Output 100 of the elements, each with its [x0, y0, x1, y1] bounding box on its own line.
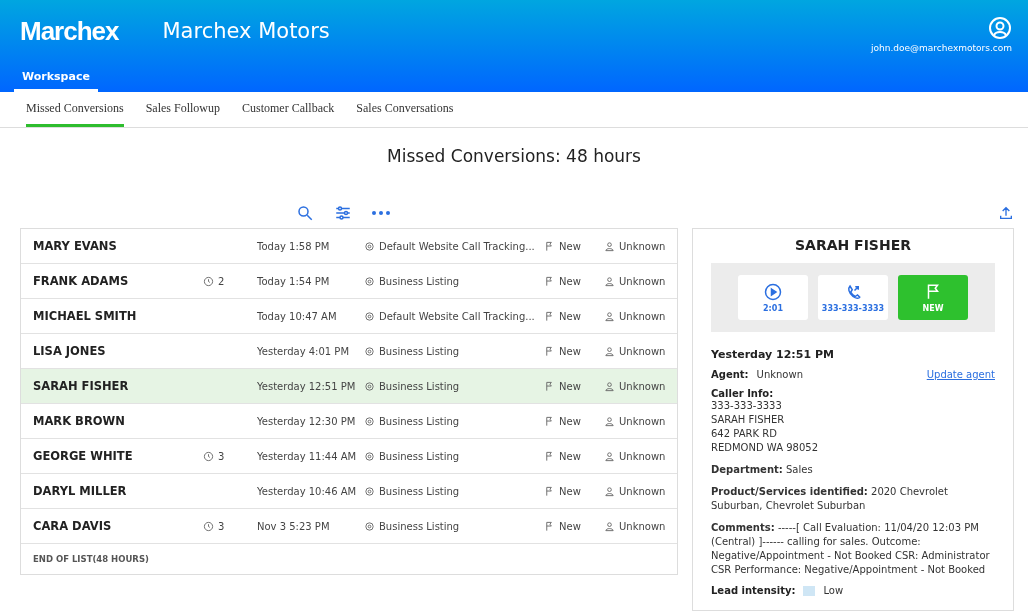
- flag-icon: [544, 485, 555, 497]
- call-status: New: [559, 415, 581, 427]
- detail-field: Product/Services identified: 2020 Chevrolet Suburban, Chevrolet Suburban: [711, 485, 995, 513]
- flag-icon: [544, 520, 555, 532]
- source-icon: [364, 275, 375, 287]
- person-icon: [604, 485, 615, 497]
- person-icon: [604, 520, 615, 532]
- call-status: New: [559, 240, 581, 252]
- call-time: Yesterday 4:01 PM: [257, 345, 350, 357]
- tab[interactable]: Missed Conversions: [26, 92, 124, 127]
- tab[interactable]: Customer Callback: [242, 92, 335, 127]
- call-agent: Unknown: [619, 450, 666, 462]
- person-icon: [604, 450, 615, 462]
- source-icon: [364, 485, 375, 497]
- call-status: New: [559, 310, 581, 322]
- caller-name: CARA DAVIS: [33, 519, 113, 533]
- person-icon: [604, 310, 615, 322]
- flag-icon: [544, 380, 555, 392]
- user-email: john.doe@marchexmotors.com: [871, 43, 1012, 53]
- call-time: Today 1:58 PM: [257, 240, 330, 252]
- tab[interactable]: Sales Followup: [145, 92, 220, 127]
- call-agent: Unknown: [619, 275, 666, 287]
- caller-name: DARYL MILLER: [33, 484, 128, 498]
- flag-icon: [544, 275, 555, 287]
- call-source: Business Listing: [379, 415, 460, 427]
- flag-icon: [544, 240, 555, 252]
- call-time: Yesterday 11:44 AM: [257, 450, 357, 462]
- upload-icon: [998, 205, 1014, 221]
- clock-icon: [203, 450, 214, 462]
- caller-name: GEORGE WHITE: [33, 449, 134, 463]
- call-agent: Unknown: [619, 485, 666, 497]
- call-time: Today 10:47 AM: [257, 310, 337, 322]
- detail-time: Yesterday 12:51 PM: [711, 348, 835, 361]
- clock-icon: [203, 275, 214, 287]
- caller-name: LISA JONES: [33, 344, 107, 358]
- call-source: Business Listing: [379, 485, 460, 497]
- detail-field: Comments: -----[ Call Evaluation: 11/04/20 12:03 PM (Central) ]------ calling for sales. Outcome: Negative/Appointment - Not Booked CSR: Administrator CSR Performance: Negative/Appointment - Not Booked: [711, 521, 995, 577]
- caller-name: MARK BROWN: [33, 414, 126, 428]
- source-icon: [364, 380, 375, 392]
- call-status: New: [559, 275, 581, 287]
- caller-name: SARAH FISHER: [33, 379, 130, 393]
- tab[interactable]: Sales Conversations: [356, 92, 454, 127]
- caller-info-line: 333-333-3333: [711, 399, 783, 413]
- source-icon: [364, 450, 375, 462]
- caller-name: MICHAEL SMITH: [33, 309, 138, 323]
- app-title: Marchex Motors: [162, 19, 330, 43]
- page-title: Missed Conversions: 48 hours: [386, 146, 642, 166]
- source-icon: [364, 520, 375, 532]
- play-button[interactable]: 2:01: [738, 275, 808, 320]
- flag-icon: [544, 415, 555, 427]
- call-agent: Unknown: [619, 415, 666, 427]
- source-icon: [364, 240, 375, 252]
- caller-name: MARY EVANS: [33, 239, 118, 253]
- phone-button[interactable]: 333-333-3333: [818, 275, 888, 320]
- callback-count: 2: [218, 275, 225, 287]
- detail-name: SARAH FISHER: [793, 236, 912, 255]
- caller-name: FRANK ADAMS: [33, 274, 130, 288]
- call-time: Today 1:54 PM: [257, 275, 330, 287]
- call-source: Business Listing: [379, 450, 460, 462]
- flag-icon: [544, 310, 555, 322]
- flag-icon: [544, 450, 555, 462]
- call-source: Default Website Call Tracking...: [379, 310, 535, 322]
- nav-tab[interactable]: Workspace: [14, 66, 98, 92]
- more-icon: [372, 211, 390, 215]
- detail-field: Department: Sales: [711, 463, 995, 477]
- call-time: Yesterday 10:46 AM: [257, 485, 357, 497]
- call-source: Business Listing: [379, 520, 460, 532]
- call-agent: Unknown: [619, 345, 666, 357]
- call-agent: Unknown: [619, 310, 666, 322]
- call-status: New: [559, 345, 581, 357]
- field-label: Agent:: [711, 369, 749, 380]
- logo: Marchex: [20, 16, 119, 47]
- call-source: Business Listing: [379, 380, 460, 392]
- source-icon: [364, 415, 375, 427]
- user-icon: [988, 16, 1012, 40]
- play-icon: [764, 282, 782, 301]
- caller-info-line: REDMOND WA 98052: [711, 441, 819, 455]
- source-icon: [364, 345, 375, 357]
- call-row[interactable]: SARAH FISHER Yesterday 12:51 PM Business Listing New Unknown: [21, 369, 677, 404]
- call-status: New: [559, 450, 581, 462]
- person-icon: [604, 380, 615, 392]
- call-agent: Unknown: [619, 240, 666, 252]
- call-agent: Unknown: [619, 380, 666, 392]
- call-source: Default Website Call Tracking...: [379, 240, 535, 252]
- call-source: Business Listing: [379, 275, 460, 287]
- list-footer: END OF LIST(48 HOURS): [21, 544, 677, 574]
- update-agent-link[interactable]: Update agent: [926, 369, 995, 380]
- call-agent: Unknown: [619, 520, 666, 532]
- call-time: Yesterday 12:30 PM: [257, 415, 356, 427]
- call-time: Nov 3 5:23 PM: [257, 520, 330, 532]
- source-icon: [364, 310, 375, 322]
- call-time: Yesterday 12:51 PM: [257, 380, 356, 392]
- filter-icon: [334, 204, 352, 222]
- caller-info-line: 642 PARK RD: [711, 427, 778, 441]
- clock-icon: [203, 520, 214, 532]
- person-icon: [604, 275, 615, 287]
- person-icon: [604, 345, 615, 357]
- search-icon: [296, 204, 314, 222]
- field-label: Caller Info:: [711, 388, 775, 399]
- call-source: Business Listing: [379, 345, 460, 357]
